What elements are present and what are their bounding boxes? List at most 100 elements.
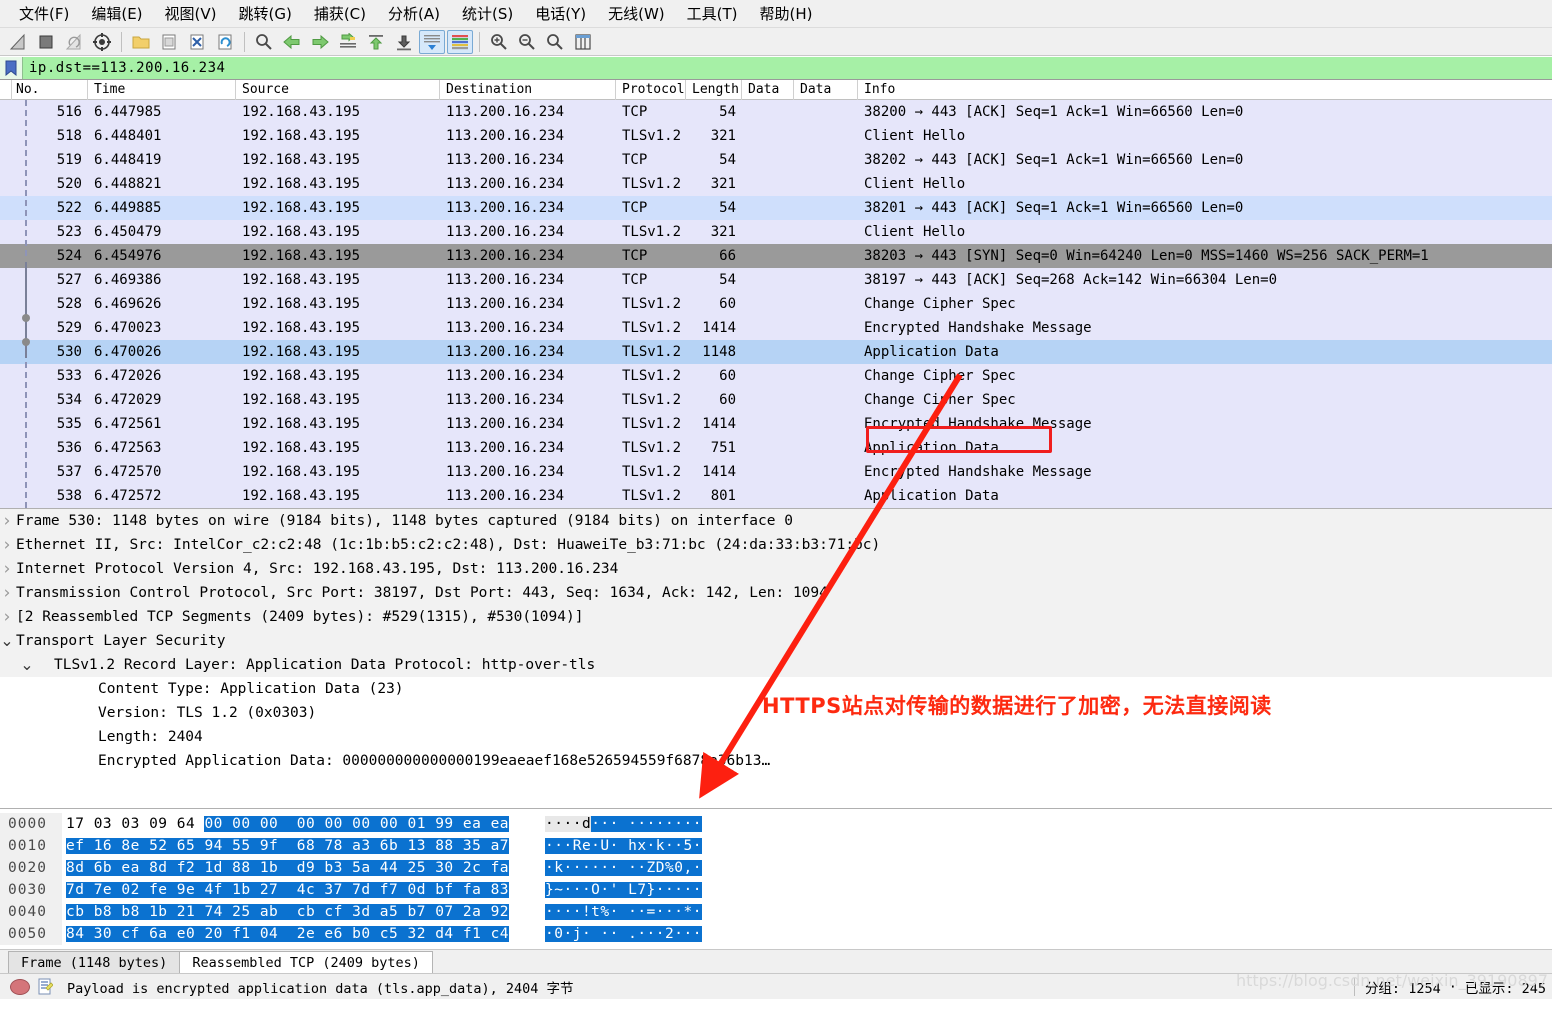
chevron-down-icon[interactable]: ⌄: [20, 657, 34, 673]
menu-telephony[interactable]: 电话(Y): [524, 1, 597, 26]
menu-view[interactable]: 视图(V): [154, 1, 228, 26]
autoscroll-icon[interactable]: [419, 29, 445, 54]
packet-bytes-pane[interactable]: 0000 17 03 03 09 64 00 00 00 00 00 00 00 …: [0, 809, 1552, 949]
go-back-icon[interactable]: [279, 30, 305, 54]
packet-row[interactable]: 522 6.449885 192.168.43.195 113.200.16.234 T…: [0, 196, 1552, 220]
chevron-down-icon[interactable]: ⌄: [0, 633, 14, 649]
expert-info-icon[interactable]: [10, 978, 30, 995]
close-file-icon[interactable]: [184, 30, 210, 54]
hex-bytes[interactable]: cb b8 b8 1b 21 74 25 ab cb cf 3d a5 b7 0…: [62, 901, 510, 923]
go-first-packet-icon[interactable]: [363, 30, 389, 54]
packet-row[interactable]: 536 6.472563 192.168.43.195 113.200.16.234 T…: [0, 436, 1552, 460]
detail-ethernet[interactable]: › Ethernet II, Src: IntelCor_c2:c2:48 (1c…: [0, 533, 1552, 557]
hex-ascii[interactable]: }~···O·' L7}·····: [545, 879, 702, 901]
hex-ascii[interactable]: ·0·j· ·· .···2···: [545, 923, 702, 945]
detail-tcp[interactable]: › Transmission Control Protocol, Src Port…: [0, 581, 1552, 605]
chevron-right-icon[interactable]: ›: [0, 605, 14, 629]
hex-ascii[interactable]: ····!t%· ··=···*·: [545, 901, 702, 923]
colorize-icon[interactable]: [447, 29, 473, 54]
hex-dump-row[interactable]: 0030 7d 7e 02 fe 9e 4f 1b 27 4c 37 7d f7 …: [0, 879, 1552, 901]
packet-rows-container[interactable]: 516 6.447985 192.168.43.195 113.200.16.234 T…: [0, 100, 1552, 508]
detail-encrypted-app-data[interactable]: Encrypted Application Data: 000000000000…: [0, 749, 1552, 773]
packet-row[interactable]: 527 6.469386 192.168.43.195 113.200.16.234 T…: [0, 268, 1552, 292]
chevron-right-icon[interactable]: ›: [0, 581, 14, 605]
hex-bytes[interactable]: 84 30 cf 6a e0 20 f1 04 2e e6 b0 c5 32 d…: [62, 923, 510, 945]
packet-row[interactable]: 538 6.472572 192.168.43.195 113.200.16.234 T…: [0, 484, 1552, 508]
hex-dump-row[interactable]: 0050 84 30 cf 6a e0 20 f1 04 2e e6 b0 c5 …: [0, 923, 1552, 945]
menu-tools[interactable]: 工具(T): [676, 1, 749, 26]
hex-dump-row[interactable]: 0040 cb b8 b8 1b 21 74 25 ab cb cf 3d a5 …: [0, 901, 1552, 923]
detail-reassembled[interactable]: › [2 Reassembled TCP Segments (2409 bytes…: [0, 605, 1552, 629]
packet-row[interactable]: 518 6.448401 192.168.43.195 113.200.16.234 T…: [0, 124, 1552, 148]
hex-dump-row[interactable]: 0000 17 03 03 09 64 00 00 00 00 00 00 00 …: [0, 813, 1552, 835]
hex-ascii[interactable]: ····d··· ········: [545, 813, 702, 835]
column-header-no[interactable]: No.: [12, 80, 88, 100]
find-packet-icon[interactable]: [251, 30, 277, 54]
hex-dump-row[interactable]: 0010 ef 16 8e 52 65 94 55 9f 68 78 a3 6b …: [0, 835, 1552, 857]
menu-statistics[interactable]: 统计(S): [451, 1, 524, 26]
column-header-source[interactable]: Source: [236, 80, 440, 100]
restart-capture-icon[interactable]: [61, 30, 87, 54]
chevron-right-icon[interactable]: ›: [0, 557, 14, 581]
packet-row[interactable]: 528 6.469626 192.168.43.195 113.200.16.234 T…: [0, 292, 1552, 316]
bookmark-icon[interactable]: [0, 57, 23, 79]
column-header-data-1[interactable]: Data: [742, 80, 794, 100]
go-to-packet-icon[interactable]: [335, 30, 361, 54]
hex-ascii[interactable]: ···Re·U· hx·k··5·: [545, 835, 702, 857]
packet-row[interactable]: 535 6.472561 192.168.43.195 113.200.16.234 T…: [0, 412, 1552, 436]
zoom-reset-icon[interactable]: [542, 30, 568, 54]
zoom-in-icon[interactable]: [486, 30, 512, 54]
go-last-packet-icon[interactable]: [391, 30, 417, 54]
column-header-data-2[interactable]: Data: [794, 80, 858, 100]
chevron-right-icon[interactable]: ›: [0, 509, 14, 533]
packet-row[interactable]: 519 6.448419 192.168.43.195 113.200.16.234 T…: [0, 148, 1552, 172]
detail-ipv4[interactable]: › Internet Protocol Version 4, Src: 192.1…: [0, 557, 1552, 581]
save-file-icon[interactable]: [156, 30, 182, 54]
packet-row[interactable]: 537 6.472570 192.168.43.195 113.200.16.234 T…: [0, 460, 1552, 484]
hex-dump-row[interactable]: 0020 8d 6b ea 8d f2 1d 88 1b d9 b3 5a 44 …: [0, 857, 1552, 879]
capture-file-comment-icon[interactable]: [37, 978, 54, 995]
packet-row[interactable]: 534 6.472029 192.168.43.195 113.200.16.234 T…: [0, 388, 1552, 412]
detail-length[interactable]: Length: 2404: [0, 725, 1552, 749]
packet-row[interactable]: 523 6.450479 192.168.43.195 113.200.16.234 T…: [0, 220, 1552, 244]
menu-go[interactable]: 跳转(G): [228, 1, 303, 26]
hex-bytes[interactable]: ef 16 8e 52 65 94 55 9f 68 78 a3 6b 13 8…: [62, 835, 510, 857]
stop-capture-icon[interactable]: [33, 30, 59, 54]
packet-details-tree[interactable]: › Frame 530: 1148 bytes on wire (9184 bit…: [0, 509, 1552, 773]
menu-edit[interactable]: 编辑(E): [80, 1, 153, 26]
column-header-protocol[interactable]: Protocol: [616, 80, 686, 100]
hex-bytes[interactable]: 7d 7e 02 fe 9e 4f 1b 27 4c 37 7d f7 0d b…: [62, 879, 510, 901]
packet-row[interactable]: 530 6.470026 192.168.43.195 113.200.16.234 T…: [0, 340, 1552, 364]
menu-help[interactable]: 帮助(H): [749, 1, 824, 26]
packet-row[interactable]: 520 6.448821 192.168.43.195 113.200.16.234 T…: [0, 172, 1552, 196]
menu-file[interactable]: 文件(F): [8, 1, 80, 26]
open-file-icon[interactable]: [128, 30, 154, 54]
zoom-out-icon[interactable]: [514, 30, 540, 54]
packet-row[interactable]: 529 6.470023 192.168.43.195 113.200.16.234 T…: [0, 316, 1552, 340]
column-header-length[interactable]: Length: [686, 80, 742, 100]
detail-tls-record-layer[interactable]: ⌄ TLSv1.2 Record Layer: Application Data …: [0, 653, 1552, 677]
packet-list-header[interactable]: No. Time Source Destination Protocol Len…: [0, 80, 1552, 100]
resize-columns-icon[interactable]: [570, 30, 596, 54]
start-capture-icon[interactable]: [5, 30, 31, 54]
detail-tls[interactable]: ⌄ Transport Layer Security: [0, 629, 1552, 653]
packet-row[interactable]: 533 6.472026 192.168.43.195 113.200.16.234 T…: [0, 364, 1552, 388]
column-header-destination[interactable]: Destination: [440, 80, 616, 100]
display-filter-input[interactable]: [23, 59, 1552, 77]
menu-analyze[interactable]: 分析(A): [377, 1, 451, 26]
column-header-time[interactable]: Time: [88, 80, 236, 100]
byte-tab-frame[interactable]: Frame (1148 bytes): [8, 951, 181, 973]
column-header-info[interactable]: Info: [858, 80, 1552, 100]
hex-bytes[interactable]: 8d 6b ea 8d f2 1d 88 1b d9 b3 5a 44 25 3…: [62, 857, 510, 879]
reload-file-icon[interactable]: [212, 30, 238, 54]
hex-ascii[interactable]: ·k······ ··ZD%0,·: [545, 857, 702, 879]
hex-dump-container[interactable]: 0000 17 03 03 09 64 00 00 00 00 00 00 00 …: [0, 813, 1552, 945]
display-filter-bar[interactable]: [0, 56, 1552, 80]
chevron-right-icon[interactable]: ›: [0, 533, 14, 557]
capture-options-icon[interactable]: [89, 30, 115, 54]
menu-capture[interactable]: 捕获(C): [303, 1, 377, 26]
packet-details-pane[interactable]: › Frame 530: 1148 bytes on wire (9184 bit…: [0, 509, 1552, 809]
go-forward-icon[interactable]: [307, 30, 333, 54]
byte-tab-reassembled-tcp[interactable]: Reassembled TCP (2409 bytes): [179, 951, 433, 973]
packet-list-pane[interactable]: No. Time Source Destination Protocol Len…: [0, 80, 1552, 509]
